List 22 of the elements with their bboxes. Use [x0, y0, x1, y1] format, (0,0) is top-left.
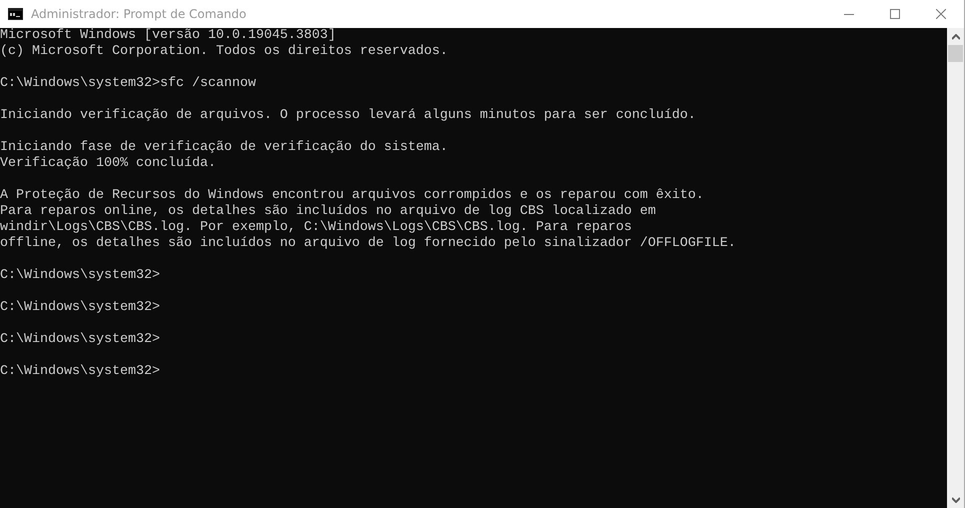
console-line: A Proteção de Recursos do Windows encontrou arquivos corrompidos e os reparou com êxito.: [0, 188, 705, 204]
console-line: Iniciando fase de verificação de verificação do sistema.: [0, 140, 449, 156]
console-line: C:\Windows\system32>sfc /scannow: [0, 76, 257, 92]
console-line: C:\Windows\system32>: [0, 268, 161, 284]
console-line: Iniciando verificação de arquivos. O processo levará alguns minutos para ser concluído.: [0, 108, 697, 124]
window-title: Administrador: Prompt de Comando: [31, 7, 248, 21]
console-line: (c) Microsoft Corporation. Todos os direitos reservados.: [0, 44, 449, 60]
scrollbar-thumb[interactable]: [948, 45, 963, 62]
console-line: C:\Windows\system32>: [0, 364, 161, 380]
console-line: Microsoft Windows [versão 10.0.19045.3803]: [0, 28, 337, 44]
close-icon: [936, 9, 946, 19]
maximize-icon: [890, 9, 900, 19]
console-line: offline, os detalhes são incluídos no arquivo de log fornecido pelo sinalizador /OFFLOGFILE.: [0, 236, 737, 252]
console-line: C:\Windows\system32>: [0, 300, 161, 316]
scroll-down-icon[interactable]: [952, 497, 960, 503]
console-line: windir\Logs\CBS\CBS.log. Por exemplo, C:\Windows\Logs\CBS\CBS.log. Para reparos: [0, 220, 633, 236]
scrollbar[interactable]: [947, 28, 964, 508]
terminal-icon: [8, 8, 23, 20]
scroll-up-icon[interactable]: [952, 34, 960, 40]
console-line: Verificação 100% concluída.: [0, 156, 217, 172]
console-line: Para reparos online, os detalhes são incluídos no arquivo de log CBS localizado em: [0, 204, 657, 220]
console-line: C:\Windows\system32>: [0, 332, 161, 348]
